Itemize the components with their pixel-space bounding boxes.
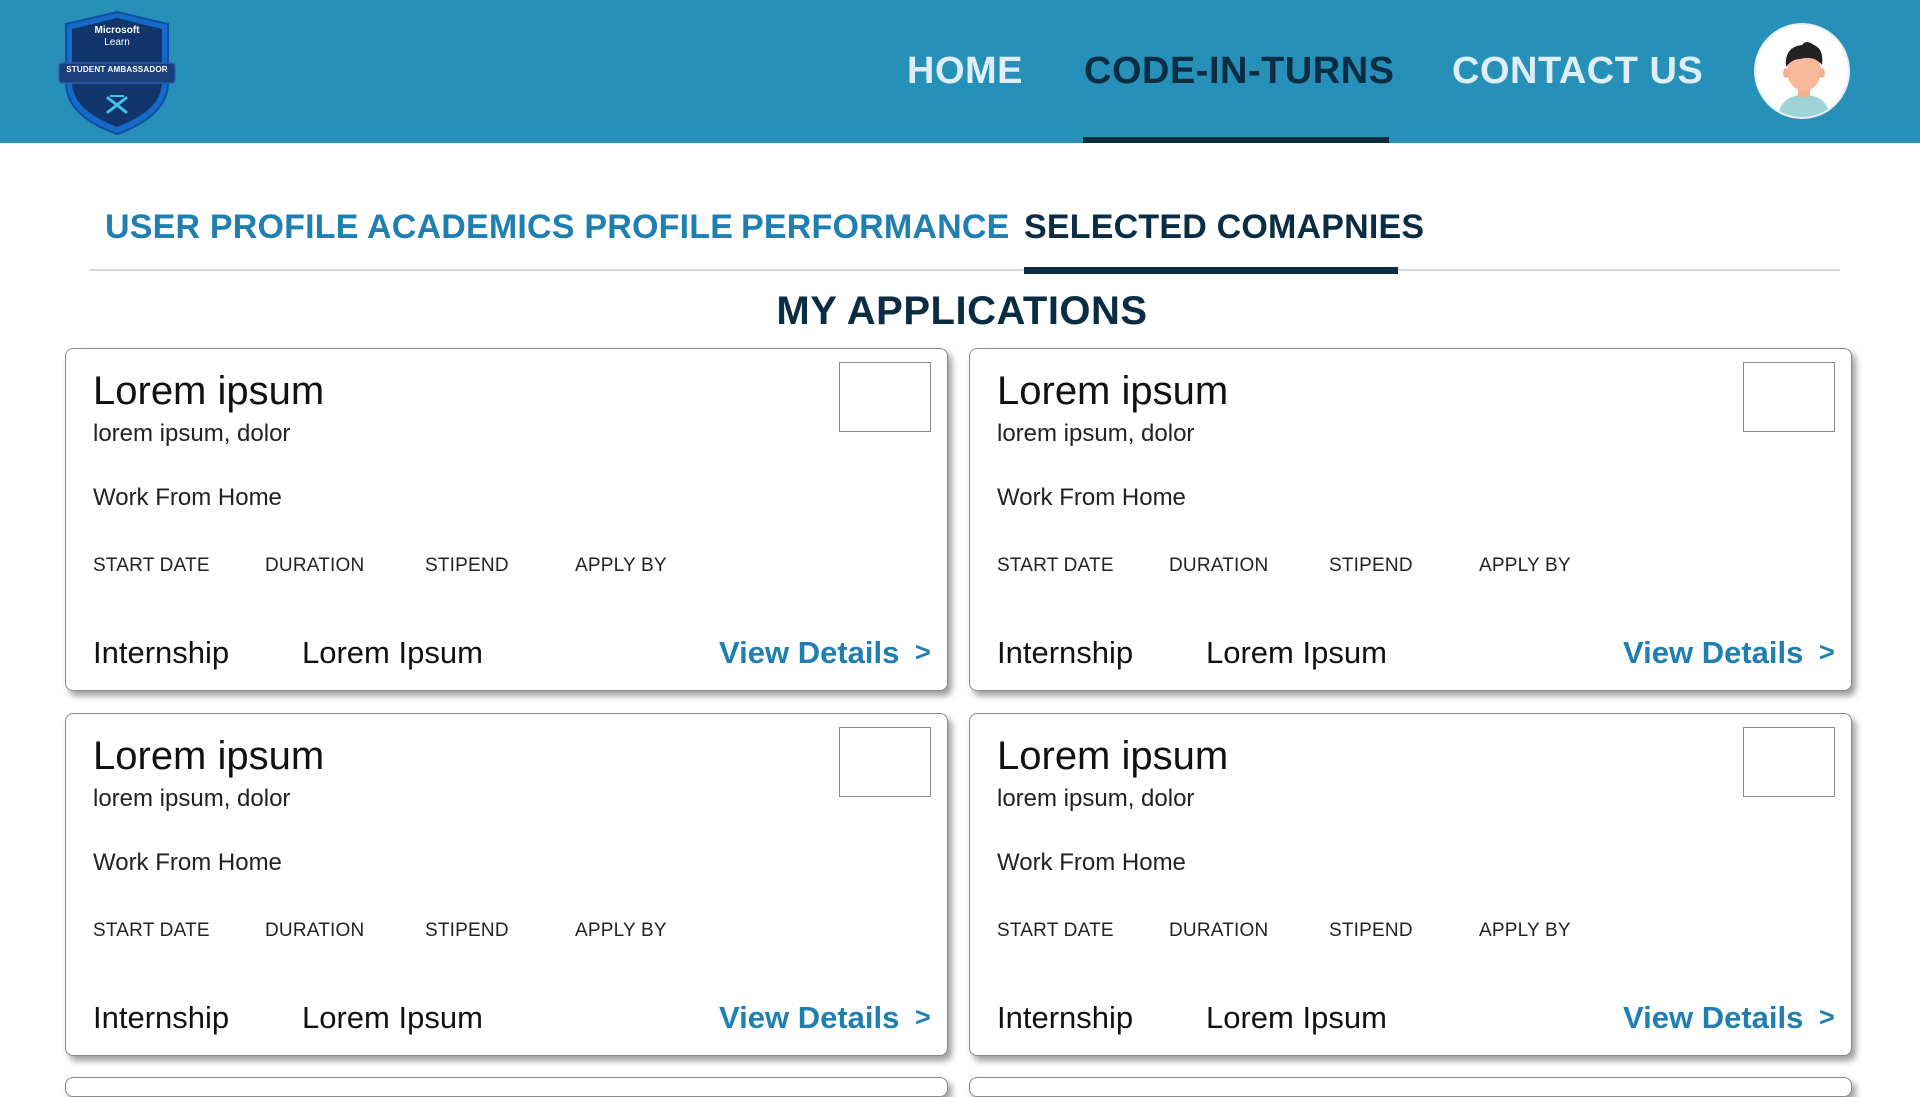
chevron-right-icon[interactable]: > — [1819, 637, 1835, 668]
card-company: Lorem Ipsum — [1206, 1000, 1387, 1035]
view-details-link[interactable]: View Details — [1623, 635, 1803, 671]
application-card: Lorem ipsum lorem ipsum, dolor Work From… — [969, 348, 1852, 691]
logo-line-microsoft: Microsoft — [94, 25, 140, 36]
card-work-mode: Work From Home — [93, 484, 282, 511]
application-card: Lorem ipsum lorem ipsum, dolor Work From… — [969, 713, 1852, 1056]
chevron-right-icon[interactable]: > — [915, 637, 931, 668]
card-start-date-label: START DATE — [93, 920, 210, 941]
company-logo-placeholder — [1743, 727, 1835, 797]
application-card-partial — [65, 1077, 948, 1097]
card-subtitle: lorem ipsum, dolor — [93, 785, 291, 812]
company-logo-placeholder — [839, 727, 931, 797]
card-company: Lorem Ipsum — [302, 635, 483, 670]
card-company: Lorem Ipsum — [302, 1000, 483, 1035]
card-subtitle: lorem ipsum, dolor — [997, 420, 1195, 447]
tab-selected-companies[interactable]: SELECTED COMAPNIES — [1024, 208, 1424, 247]
card-title: Lorem ipsum — [997, 369, 1229, 413]
tab-divider — [89, 269, 1840, 271]
section-title: MY APPLICATIONS — [776, 289, 1148, 333]
application-card: Lorem ipsum lorem ipsum, dolor Work From… — [65, 713, 948, 1056]
card-start-date-label: START DATE — [93, 555, 210, 576]
card-work-mode: Work From Home — [997, 484, 1186, 511]
top-header: Microsoft Learn STUDENT AMBASSADOR HOME … — [0, 0, 1920, 143]
nav-active-indicator — [1083, 137, 1389, 143]
user-avatar-icon — [1756, 25, 1848, 117]
card-duration-label: DURATION — [265, 920, 365, 941]
tab-performance[interactable]: PERFORMANCE — [741, 208, 1010, 247]
card-stipend-label: STIPEND — [1329, 920, 1413, 941]
nav-code-in-turns[interactable]: CODE-IN-TURNS — [1084, 0, 1394, 143]
user-avatar[interactable] — [1754, 23, 1850, 119]
tab-academics-profile[interactable]: ACADEMICS PROFILE — [367, 208, 733, 247]
card-stipend-label: STIPEND — [425, 555, 509, 576]
card-title: Lorem ipsum — [93, 734, 325, 778]
logo-line-ambassador: STUDENT AMBASSADOR — [66, 65, 168, 74]
card-type: Internship — [93, 1000, 230, 1035]
view-details-link[interactable]: View Details — [1623, 1000, 1803, 1036]
card-stipend-label: STIPEND — [425, 920, 509, 941]
view-details-link[interactable]: View Details — [719, 635, 899, 671]
card-title: Lorem ipsum — [93, 369, 325, 413]
card-type: Internship — [93, 635, 230, 670]
card-subtitle: lorem ipsum, dolor — [997, 785, 1195, 812]
card-type: Internship — [997, 635, 1134, 670]
nav-contact-us[interactable]: CONTACT US — [1452, 0, 1703, 143]
card-duration-label: DURATION — [1169, 920, 1269, 941]
logo-line-learn: Learn — [104, 37, 130, 48]
card-apply-by-label: APPLY BY — [1479, 920, 1571, 941]
card-apply-by-label: APPLY BY — [575, 555, 667, 576]
card-start-date-label: START DATE — [997, 555, 1114, 576]
card-work-mode: Work From Home — [93, 849, 282, 876]
tab-active-indicator — [1024, 267, 1398, 274]
card-type: Internship — [997, 1000, 1134, 1035]
card-company: Lorem Ipsum — [1206, 635, 1387, 670]
card-title: Lorem ipsum — [997, 734, 1229, 778]
company-logo-placeholder — [1743, 362, 1835, 432]
tab-user-profile[interactable]: USER PROFILE — [105, 208, 359, 247]
card-apply-by-label: APPLY BY — [575, 920, 667, 941]
application-card: Lorem ipsum lorem ipsum, dolor Work From… — [65, 348, 948, 691]
student-ambassador-logo[interactable]: Microsoft Learn STUDENT AMBASSADOR — [56, 8, 178, 136]
card-work-mode: Work From Home — [997, 849, 1186, 876]
view-details-link[interactable]: View Details — [719, 1000, 899, 1036]
company-logo-placeholder — [839, 362, 931, 432]
application-card-partial — [969, 1077, 1852, 1097]
card-duration-label: DURATION — [265, 555, 365, 576]
card-apply-by-label: APPLY BY — [1479, 555, 1571, 576]
card-start-date-label: START DATE — [997, 920, 1114, 941]
chevron-right-icon[interactable]: > — [1819, 1002, 1835, 1033]
card-stipend-label: STIPEND — [1329, 555, 1413, 576]
card-duration-label: DURATION — [1169, 555, 1269, 576]
chevron-right-icon[interactable]: > — [915, 1002, 931, 1033]
card-subtitle: lorem ipsum, dolor — [93, 420, 291, 447]
nav-home[interactable]: HOME — [907, 0, 1023, 143]
